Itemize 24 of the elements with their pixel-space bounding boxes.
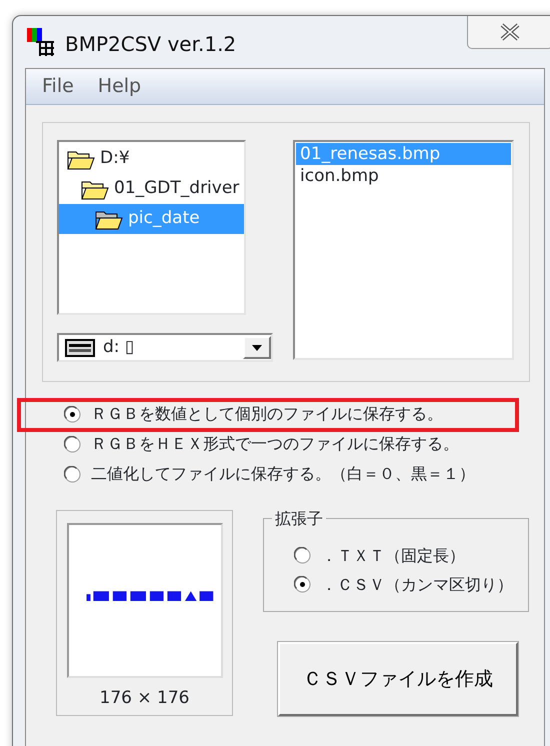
app-icon xyxy=(27,28,57,58)
option-label[interactable]: ＲＧＢをＨＥＸ形式で一つのファイルに保存する。 xyxy=(91,432,459,456)
option-label[interactable]: 二値化してファイルに保存する。（白＝０、黒＝１） xyxy=(91,462,475,486)
caret-icon xyxy=(252,344,262,350)
image-size-label: 176 × 176 xyxy=(100,687,190,710)
radio-button[interactable] xyxy=(294,547,311,564)
bitmap-filename[interactable]: icon.bmp xyxy=(296,165,511,187)
option-label[interactable]: ．ＴＸＴ（固定長） xyxy=(321,544,465,568)
close-button[interactable] xyxy=(467,16,550,49)
menu-item[interactable]: Help xyxy=(96,72,144,101)
radio-button[interactable] xyxy=(64,466,81,482)
tree-item[interactable]: D:¥ xyxy=(59,144,244,174)
dropdown-arrow-button[interactable] xyxy=(243,336,271,359)
window-title: BMP2CSV ver.1.2 xyxy=(65,31,236,58)
option-label[interactable]: ．ＣＳＶ（カンマ区切り） xyxy=(321,572,513,596)
radio-button[interactable] xyxy=(64,436,81,452)
radio-button[interactable] xyxy=(64,406,81,422)
radio-button[interactable] xyxy=(294,576,311,593)
drive-dropdown[interactable]: d: ▯ xyxy=(57,333,273,362)
option-label[interactable]: ＲＧＢを数値として個別のファイルに保存する。 xyxy=(91,402,443,426)
drive-icon xyxy=(65,338,95,356)
tree-item[interactable]: 01_GDT_driver xyxy=(59,174,244,204)
menu-item[interactable]: File xyxy=(40,72,76,101)
create-csv-button[interactable]: ＣＳＶファイルを作成 xyxy=(278,642,518,716)
